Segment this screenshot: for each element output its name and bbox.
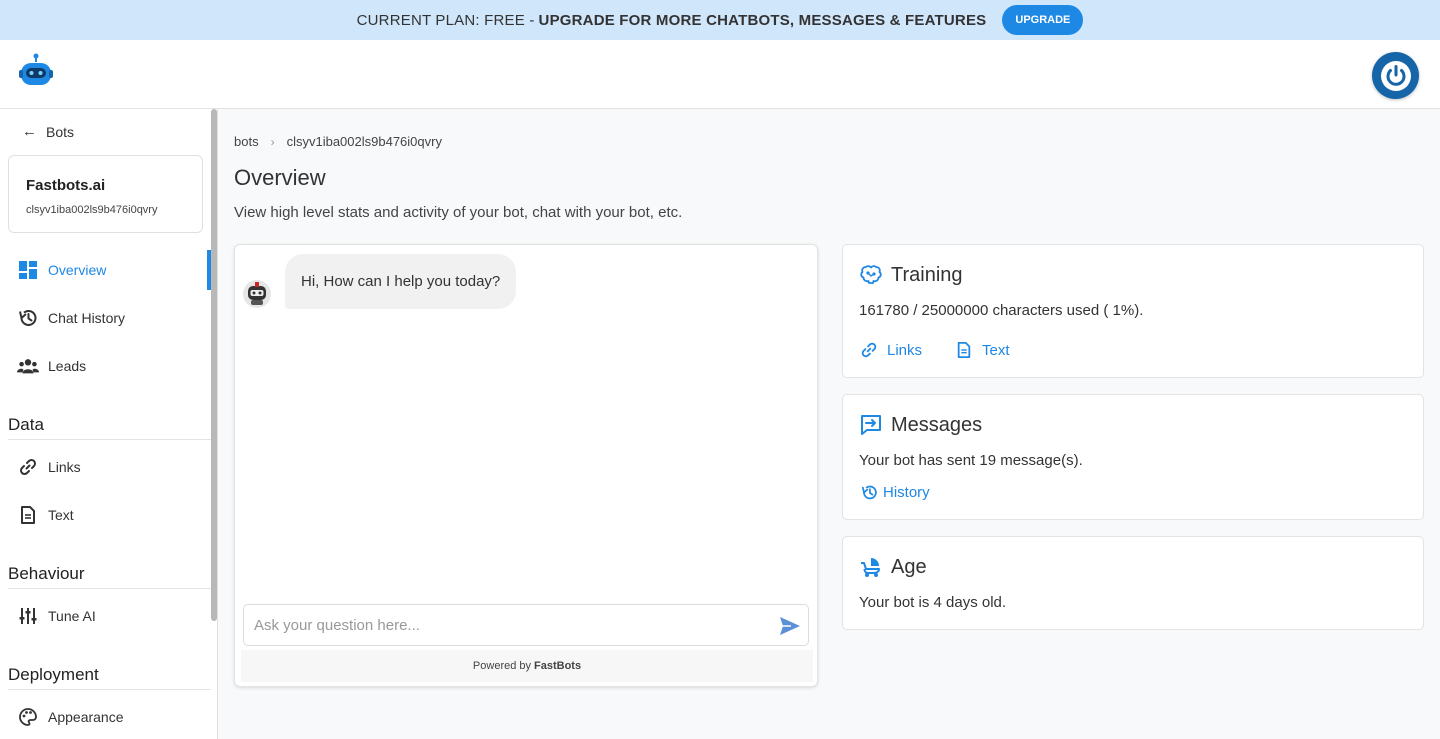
power-icon (1380, 60, 1411, 91)
back-to-bots-link[interactable]: ← Bots (22, 123, 74, 140)
palette-icon (17, 706, 39, 728)
section-title-behaviour: Behaviour (8, 564, 211, 589)
chat-question-input[interactable] (254, 605, 764, 645)
bot-name: Fastbots.ai (26, 177, 106, 194)
sidebar-item-label: Appearance (48, 709, 124, 725)
dashboard-icon (17, 259, 39, 281)
section-title-data: Data (8, 415, 211, 440)
messages-card-header: Messages (859, 413, 982, 437)
sidebar-item-label: Leads (48, 358, 87, 374)
arrow-left-icon: ← (22, 123, 37, 140)
messages-history-link[interactable]: History (860, 483, 930, 501)
training-usage-text: 161780 / 25000000 characters used ( 1%). (859, 302, 1144, 319)
document-icon (955, 341, 973, 359)
age-card-title: Age (891, 555, 927, 578)
plan-banner: Current Plan: Free - Upgrade for more ch… (0, 0, 1440, 40)
bot-info-card: Fastbots.ai clsyv1iba002ls9b476i0qvry (8, 155, 203, 233)
back-link-label: Bots (46, 123, 75, 140)
page-title: Overview (234, 165, 326, 190)
bot-avatar-icon (242, 279, 272, 309)
sidebar: ← Bots Fastbots.ai clsyv1iba002ls9b476i0… (0, 109, 218, 739)
messages-card: Messages Your bot has sent 19 message(s)… (842, 394, 1424, 520)
messages-card-title: Messages (891, 413, 983, 436)
document-icon (17, 504, 39, 526)
chevron-right-icon: › (270, 134, 275, 149)
history-icon (860, 483, 878, 501)
app-header (0, 40, 1440, 109)
sidebar-item-links[interactable]: Links (0, 447, 211, 487)
sidebar-item-appearance[interactable]: Appearance (0, 697, 211, 737)
baby-stroller-icon (859, 555, 883, 579)
messages-count-text: Your bot has sent 19 message(s). (859, 452, 1083, 469)
sidebar-scrollbar[interactable] (211, 109, 217, 621)
age-card: Age Your bot is 4 days old. (842, 536, 1424, 630)
current-plan-text: Current Plan: Free - (356, 11, 535, 29)
message-forward-icon (859, 413, 883, 437)
sidebar-item-overview[interactable]: Overview (0, 250, 211, 290)
page-subtitle: View high level stats and activity of yo… (234, 204, 683, 221)
history-icon (17, 307, 39, 329)
fastbots-logo-icon[interactable] (18, 53, 54, 89)
training-links-label: Links (887, 341, 923, 359)
powered-by-text: Powered by (472, 660, 532, 672)
people-icon (17, 355, 39, 377)
sidebar-item-label: Chat History (48, 310, 126, 326)
training-text-link[interactable]: Text (955, 341, 1010, 359)
sidebar-item-label: Text (48, 507, 74, 523)
sidebar-item-text[interactable]: Text (0, 495, 211, 535)
send-icon[interactable] (778, 614, 802, 638)
powered-by-footer: Powered by FastBots (241, 650, 813, 682)
link-icon (860, 341, 878, 359)
sidebar-item-leads[interactable]: Leads (0, 346, 211, 386)
link-icon (17, 456, 39, 478)
training-links-link[interactable]: Links (860, 341, 922, 359)
chat-input-box (243, 604, 809, 646)
brain-icon (859, 263, 883, 287)
power-button[interactable] (1372, 52, 1419, 99)
sidebar-item-tune-ai[interactable]: Tune AI (0, 596, 211, 636)
sidebar-item-label: Overview (48, 262, 107, 278)
chat-panel: Hi, How can I help you today? Powered by… (234, 244, 818, 687)
bot-greeting-message: Hi, How can I help you today? (285, 254, 517, 309)
messages-history-label: History (883, 483, 930, 501)
training-text-label: Text (982, 341, 1010, 359)
breadcrumb-bots[interactable]: bots (234, 134, 259, 149)
powered-by-brand[interactable]: FastBots (534, 660, 581, 672)
breadcrumb-bot-id: clsyv1iba002ls9b476i0qvry (286, 134, 442, 149)
training-card-title: Training (891, 263, 963, 286)
bot-id: clsyv1iba002ls9b476i0qvry (26, 204, 158, 216)
sidebar-item-label: Links (48, 459, 81, 475)
training-card: Training 161780 / 25000000 characters us… (842, 244, 1424, 378)
section-title-deployment: Deployment (8, 665, 211, 690)
age-text: Your bot is 4 days old. (859, 594, 1007, 611)
sidebar-item-chat-history[interactable]: Chat History (0, 298, 211, 338)
upgrade-button[interactable]: Upgrade (1002, 5, 1084, 35)
breadcrumb: bots › clsyv1iba002ls9b476i0qvry (234, 134, 442, 149)
sliders-icon (17, 605, 39, 627)
sidebar-item-label: Tune AI (48, 608, 96, 624)
training-card-header: Training (859, 263, 963, 287)
age-card-header: Age (859, 555, 927, 579)
upgrade-promo-text: Upgrade for more chatbots, messages & fe… (538, 11, 987, 29)
